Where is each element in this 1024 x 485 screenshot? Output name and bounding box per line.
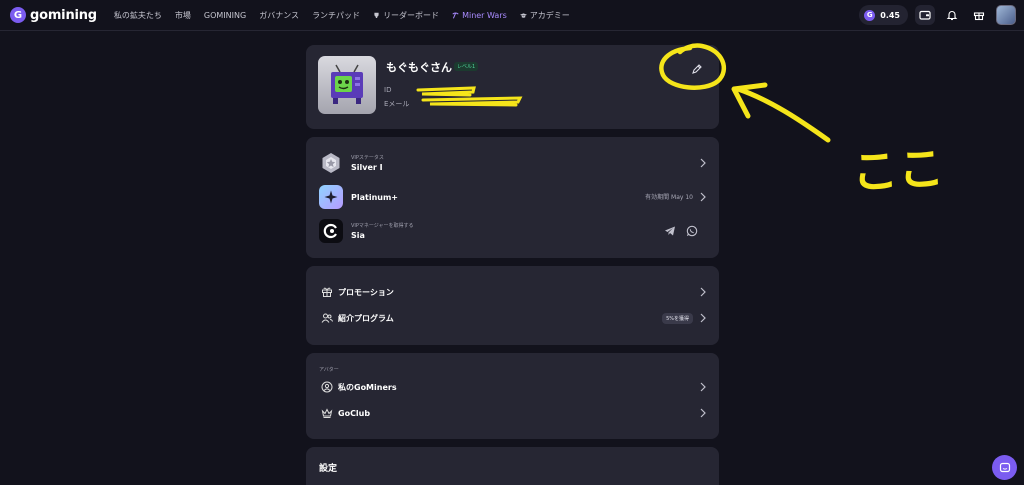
promotion-label: プロモーション bbox=[338, 287, 394, 297]
vip-manager-caption: VIPマネージャーを取得する bbox=[351, 223, 414, 229]
silver-badge-icon bbox=[319, 151, 343, 175]
avatar-section-card: アバター 私のGoMiners GoClub bbox=[306, 353, 719, 439]
sparkle-icon bbox=[319, 185, 343, 209]
wallet-button[interactable] bbox=[915, 5, 935, 25]
platinum-plan-text: Platinum+ bbox=[351, 193, 398, 202]
top-navbar: G gomining 私の鉱夫たち 市場 GOMINING ガバナンス ランチパ… bbox=[0, 0, 1024, 31]
vip-manager-name: Sia bbox=[351, 231, 365, 240]
pickaxe-icon bbox=[452, 12, 459, 18]
nav-link-my-miners[interactable]: 私の鉱夫たち bbox=[114, 10, 162, 21]
nav-link-leaderboard-label: リーダーボード bbox=[383, 10, 440, 20]
trophy-icon bbox=[374, 12, 379, 18]
chevron-right-icon bbox=[700, 192, 706, 202]
level-badge: レベル1 bbox=[454, 62, 479, 71]
vip-status-caption: VIPステータス bbox=[351, 155, 384, 161]
chevron-right-icon bbox=[700, 158, 706, 168]
vip-status-text: VIPステータス Silver I bbox=[351, 154, 384, 172]
brand-logo[interactable]: G gomining bbox=[10, 7, 97, 23]
promotion-row[interactable]: プロモーション bbox=[319, 279, 706, 305]
settings-card: 設定 bbox=[306, 447, 719, 485]
referral-label: 紹介プログラム bbox=[338, 313, 394, 323]
profile-avatar[interactable] bbox=[318, 56, 376, 114]
nav-links: 私の鉱夫たち 市場 GOMINING ガバナンス ランチパッド リーダーボード … bbox=[114, 10, 570, 21]
miner-avatar-icon bbox=[331, 64, 363, 104]
balance-value: 0.45 bbox=[880, 10, 900, 20]
gift-icon bbox=[973, 12, 985, 21]
whatsapp-icon[interactable] bbox=[686, 225, 698, 237]
my-gominers-row[interactable]: 私のGoMiners bbox=[319, 374, 706, 400]
manager-logo-icon bbox=[319, 219, 343, 243]
chevron-right-icon bbox=[700, 382, 706, 392]
id-label: ID bbox=[384, 86, 392, 94]
person-circle-icon bbox=[319, 379, 335, 395]
nav-link-academy[interactable]: アカデミー bbox=[519, 10, 570, 21]
nav-link-gomining[interactable]: GOMINING bbox=[204, 11, 246, 20]
balance-chip[interactable]: G 0.45 bbox=[859, 5, 908, 25]
chat-bubble-icon bbox=[999, 462, 1010, 472]
nav-link-market[interactable]: 市場 bbox=[175, 10, 191, 21]
plan-expiry: 有効期間 May 10 bbox=[645, 194, 693, 201]
annotation-arrow-shaft bbox=[735, 86, 831, 143]
chevron-right-icon bbox=[700, 313, 706, 323]
vip-status-row[interactable]: VIPステータス Silver I bbox=[319, 150, 706, 176]
wallet-icon bbox=[919, 10, 931, 20]
nav-link-academy-label: アカデミー bbox=[529, 10, 570, 20]
referral-row[interactable]: 紹介プログラム 5%を獲得 bbox=[319, 305, 706, 331]
profile-username: もぐもぐさん bbox=[386, 61, 452, 74]
crown-icon bbox=[319, 405, 335, 421]
annotation-arrowhead bbox=[731, 82, 768, 119]
notifications-button[interactable] bbox=[942, 5, 962, 25]
vip-manager-text: VIPマネージャーを取得する Sia bbox=[351, 222, 414, 240]
gift-button[interactable] bbox=[969, 5, 989, 25]
edit-profile-pencil-icon[interactable] bbox=[689, 61, 705, 77]
nav-link-miner-wars-label: Miner Wars bbox=[462, 10, 507, 20]
goclub-row[interactable]: GoClub bbox=[319, 400, 706, 426]
profile-card: もぐもぐさん レベル1 ID Eメール bbox=[306, 45, 719, 129]
nav-link-launchpad[interactable]: ランチパッド bbox=[312, 10, 360, 21]
goclub-label: GoClub bbox=[338, 408, 371, 418]
chevron-right-icon bbox=[700, 408, 706, 418]
users-icon bbox=[319, 310, 335, 326]
promotions-card: プロモーション 紹介プログラム 5%を獲得 bbox=[306, 266, 719, 345]
nav-right-controls: G 0.45 bbox=[859, 5, 1016, 25]
support-chat-button[interactable] bbox=[992, 455, 1017, 480]
nav-link-leaderboard[interactable]: リーダーボード bbox=[373, 10, 439, 21]
my-gominers-label: 私のGoMiners bbox=[338, 382, 397, 392]
platinum-plan-name: Platinum+ bbox=[351, 192, 398, 202]
vip-manager-row[interactable]: VIPマネージャーを取得する Sia bbox=[319, 218, 706, 244]
nav-link-miner-wars[interactable]: Miner Wars bbox=[452, 11, 507, 20]
user-avatar[interactable] bbox=[996, 5, 1016, 25]
gomining-logo-icon: G bbox=[10, 7, 26, 23]
referral-reward-badge: 5%を獲得 bbox=[662, 313, 693, 324]
vip-card: VIPステータス Silver I Platinum+ 有効期間 May 10 … bbox=[306, 137, 719, 258]
vip-status-value: Silver I bbox=[351, 163, 383, 172]
email-label: Eメール bbox=[384, 100, 410, 108]
bell-icon bbox=[946, 11, 958, 21]
avatar-section-title: アバター bbox=[319, 367, 339, 373]
annotation-text: ここ bbox=[851, 141, 946, 200]
nav-link-governance[interactable]: ガバナンス bbox=[259, 10, 299, 21]
gift-box-icon bbox=[319, 284, 335, 300]
brand-name: gomining bbox=[30, 7, 97, 23]
graduation-cap-icon bbox=[519, 12, 527, 18]
telegram-icon[interactable] bbox=[664, 225, 676, 237]
platinum-plan-row[interactable]: Platinum+ 有効期間 May 10 bbox=[319, 184, 706, 210]
chevron-right-icon bbox=[700, 287, 706, 297]
settings-title: 設定 bbox=[319, 464, 338, 474]
gmt-coin-icon: G bbox=[864, 9, 876, 21]
